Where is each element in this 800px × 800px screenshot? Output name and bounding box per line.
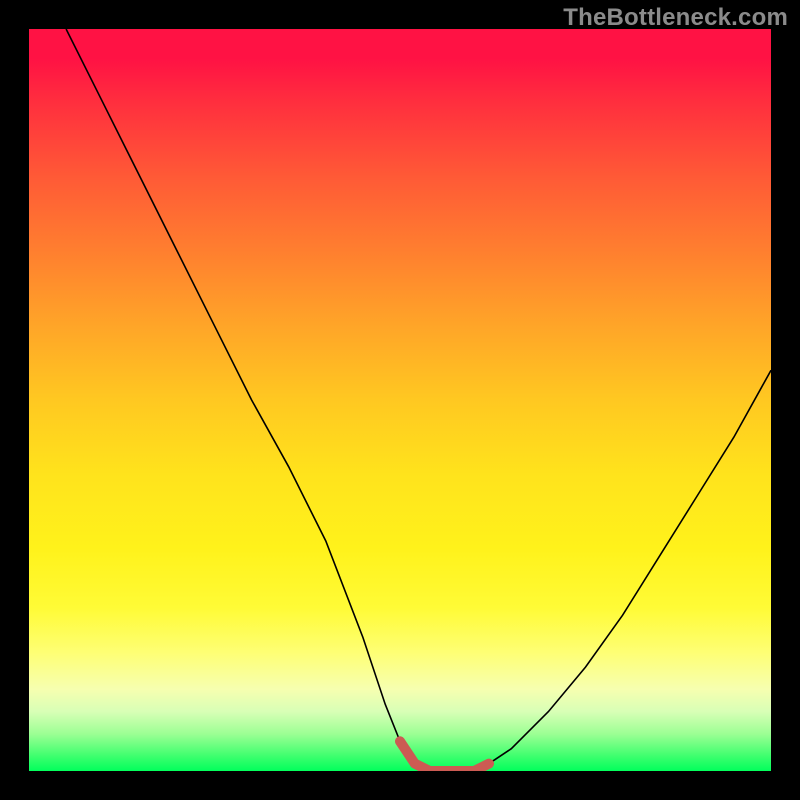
plot-area bbox=[29, 29, 771, 771]
bottleneck-curve bbox=[66, 29, 771, 771]
chart-stage: TheBottleneck.com bbox=[0, 0, 800, 800]
bottleneck-emphasis-segment bbox=[400, 741, 489, 771]
watermark-text: TheBottleneck.com bbox=[563, 4, 788, 32]
curve-layer bbox=[29, 29, 771, 771]
